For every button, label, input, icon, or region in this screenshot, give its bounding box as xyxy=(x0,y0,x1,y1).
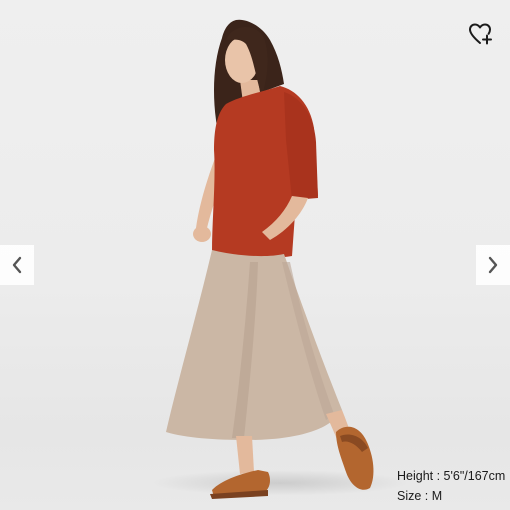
model-left-leg xyxy=(236,436,254,474)
next-image-button[interactable] xyxy=(476,245,510,285)
product-photo xyxy=(166,19,374,499)
model-height: Height : 5'6"/167cm xyxy=(397,469,506,483)
model-info: Height : 5'6"/167cm Size : M xyxy=(397,466,505,506)
add-to-wishlist-button[interactable] xyxy=(466,20,496,48)
heart-plus-icon xyxy=(469,23,492,45)
previous-image-button[interactable] xyxy=(0,245,34,285)
chevron-right-icon xyxy=(488,256,498,274)
chevron-left-icon xyxy=(12,256,22,274)
product-image-viewer: Height : 5'6"/167cm Size : M xyxy=(0,0,510,510)
model-size: Size : M xyxy=(397,489,443,503)
model-left-hand xyxy=(193,226,211,242)
